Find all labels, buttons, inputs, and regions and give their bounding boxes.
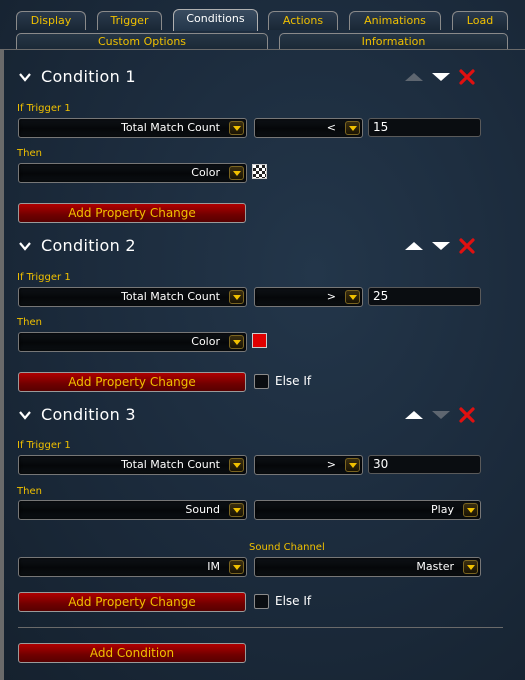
panel-left-border <box>0 50 4 680</box>
dropdown-arrow-icon[interactable] <box>345 121 360 135</box>
move-down-icon <box>432 411 450 419</box>
dropdown-arrow-icon[interactable] <box>229 458 244 472</box>
sound-dropdown[interactable]: IM <box>18 557 247 577</box>
color-swatch[interactable] <box>252 333 267 348</box>
condition-2-title: Condition 2 <box>41 236 136 255</box>
delete-icon[interactable] <box>458 237 476 255</box>
tab-display[interactable]: Display <box>16 11 86 30</box>
dropdown-value: Color <box>191 166 220 179</box>
dropdown-arrow-icon[interactable] <box>229 121 244 135</box>
tab-information[interactable]: Information <box>279 33 508 50</box>
tab-conditions[interactable]: Conditions <box>173 9 258 31</box>
value-input[interactable]: 25 <box>368 287 481 306</box>
property-dropdown[interactable]: Color <box>18 163 247 183</box>
sound-channel-dropdown[interactable]: Master <box>254 557 481 577</box>
add-property-change-button[interactable]: Add Property Change <box>18 592 246 612</box>
separator <box>18 627 503 628</box>
property-dropdown[interactable]: Color <box>18 332 247 352</box>
dropdown-value: Total Match Count <box>121 121 220 134</box>
dropdown-arrow-icon[interactable] <box>229 290 244 304</box>
dropdown-value: Color <box>191 335 220 348</box>
dropdown-arrow-icon[interactable] <box>229 335 244 349</box>
tab-frame-border <box>0 49 525 50</box>
dropdown-value: < <box>326 121 336 134</box>
property-dropdown[interactable]: Sound <box>18 500 247 520</box>
dropdown-value: Total Match Count <box>121 290 220 303</box>
else-if-label: Else If <box>275 374 312 388</box>
dropdown-value: Total Match Count <box>121 458 220 471</box>
dropdown-arrow-icon[interactable] <box>463 560 478 574</box>
condition-1-title: Condition 1 <box>41 67 136 86</box>
dropdown-arrow-icon[interactable] <box>345 290 360 304</box>
else-if-label: Else If <box>275 594 312 608</box>
move-up-icon[interactable] <box>404 408 424 422</box>
then-label: Then <box>17 148 42 159</box>
dropdown-value: Sound <box>185 503 220 516</box>
dropdown-arrow-icon[interactable] <box>463 503 478 517</box>
move-up-icon[interactable] <box>404 239 424 253</box>
else-if-checkbox[interactable] <box>254 594 269 609</box>
tab-animations[interactable]: Animations <box>349 11 441 30</box>
move-down-icon[interactable] <box>431 70 451 84</box>
value-input[interactable]: 30 <box>368 455 481 474</box>
chevron-down-icon[interactable] <box>18 408 32 422</box>
tab-load[interactable]: Load <box>452 11 508 30</box>
dropdown-arrow-icon[interactable] <box>229 166 244 180</box>
tab-trigger[interactable]: Trigger <box>97 11 162 30</box>
if-trigger-label: If Trigger 1 <box>17 103 71 114</box>
trigger-check-dropdown[interactable]: Total Match Count <box>18 455 247 475</box>
if-trigger-label: If Trigger 1 <box>17 272 71 283</box>
delete-icon[interactable] <box>458 406 476 424</box>
add-property-change-button[interactable]: Add Property Change <box>18 203 246 223</box>
if-trigger-label: If Trigger 1 <box>17 440 71 451</box>
operator-dropdown[interactable]: > <box>254 455 363 475</box>
else-if-checkbox[interactable] <box>254 374 269 389</box>
delete-icon[interactable] <box>458 68 476 86</box>
condition-3-title: Condition 3 <box>41 405 136 424</box>
move-up-icon <box>405 73 423 81</box>
tab-custom-options[interactable]: Custom Options <box>16 33 268 50</box>
sound-channel-label: Sound Channel <box>249 542 325 553</box>
color-swatch[interactable] <box>252 164 267 179</box>
dropdown-arrow-icon[interactable] <box>345 458 360 472</box>
sound-action-dropdown[interactable]: Play <box>254 500 481 520</box>
tab-actions[interactable]: Actions <box>268 11 338 30</box>
trigger-check-dropdown[interactable]: Total Match Count <box>18 287 247 307</box>
then-label: Then <box>17 317 42 328</box>
dropdown-arrow-icon[interactable] <box>229 503 244 517</box>
trigger-check-dropdown[interactable]: Total Match Count <box>18 118 247 138</box>
dropdown-value: Play <box>431 503 454 516</box>
value-input[interactable]: 15 <box>368 118 481 137</box>
add-condition-button[interactable]: Add Condition <box>18 643 246 663</box>
dropdown-value: > <box>326 290 336 303</box>
move-down-icon[interactable] <box>431 239 451 253</box>
dropdown-value: > <box>326 458 336 471</box>
dropdown-value: Master <box>416 560 454 573</box>
then-label: Then <box>17 486 42 497</box>
operator-dropdown[interactable]: > <box>254 287 363 307</box>
operator-dropdown[interactable]: < <box>254 118 363 138</box>
dropdown-arrow-icon[interactable] <box>229 560 244 574</box>
dropdown-value: IM <box>207 560 220 573</box>
chevron-down-icon[interactable] <box>18 70 32 84</box>
chevron-down-icon[interactable] <box>18 239 32 253</box>
add-property-change-button[interactable]: Add Property Change <box>18 372 246 392</box>
